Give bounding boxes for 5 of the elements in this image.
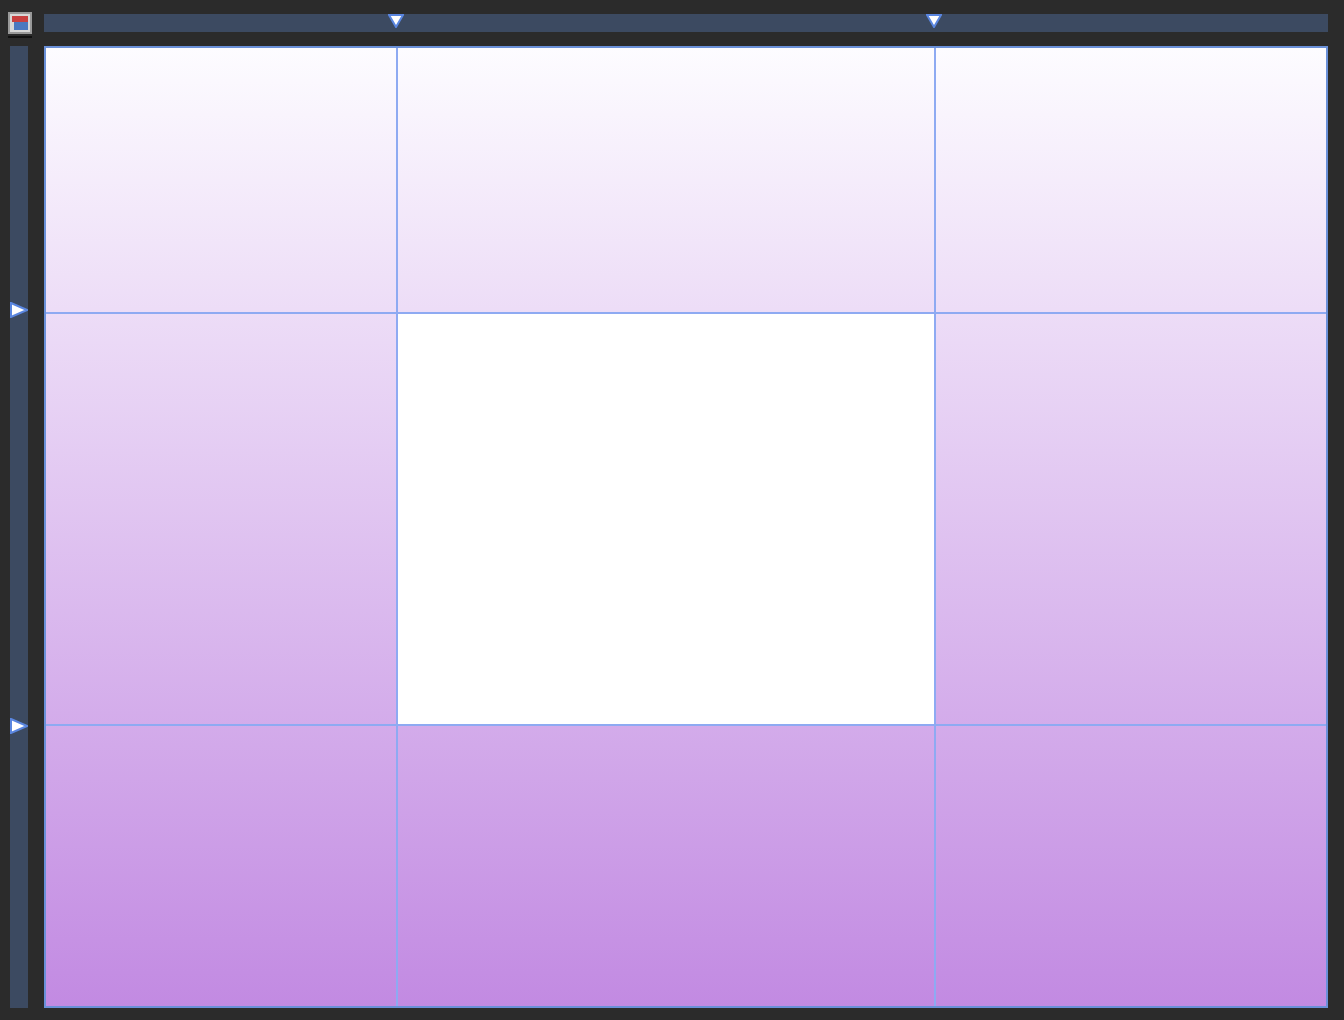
guide-handle[interactable] [10, 717, 28, 734]
guide-handle[interactable] [925, 14, 942, 28]
image-icon[interactable] [8, 12, 32, 38]
guide-handle[interactable] [387, 14, 404, 28]
guide-handle[interactable] [10, 302, 28, 319]
